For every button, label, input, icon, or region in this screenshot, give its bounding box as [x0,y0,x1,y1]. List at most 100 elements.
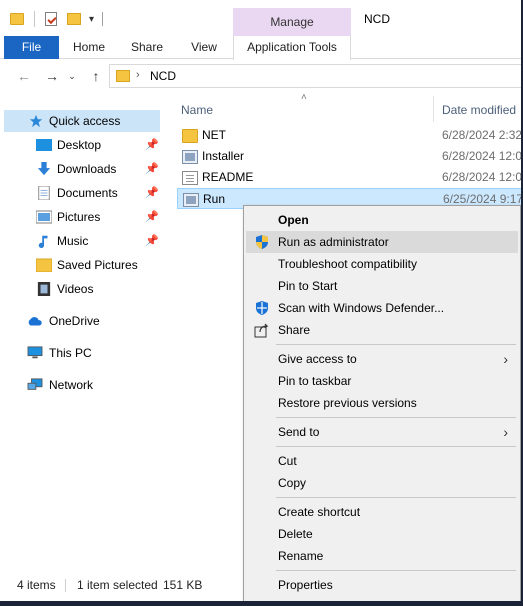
nav-item-desktop[interactable]: Desktop 📌 [0,134,160,156]
nav-item-onedrive[interactable]: OneDrive [0,310,160,332]
menu-pin-to-taskbar[interactable]: Pin to taskbar [246,370,518,392]
file-row-net[interactable]: NET 6/28/2024 2:32 PM [177,125,521,146]
menu-create-shortcut[interactable]: Create shortcut [246,501,518,523]
desktop-icon [36,139,52,151]
sort-ascending-icon: ˄ [301,92,307,103]
nav-item-downloads[interactable]: Downloads 📌 [0,158,160,180]
menu-run-as-administrator[interactable]: Run as administrator [246,231,518,253]
menu-label: Cut [278,454,297,468]
menu-label: Rename [278,549,324,563]
nav-item-network[interactable]: Network [0,374,160,396]
menu-label: Run as administrator [278,235,389,249]
pin-icon[interactable]: 📌 [145,182,159,204]
network-icon [27,378,43,390]
file-name: NET [202,128,226,142]
menu-delete[interactable]: Delete [246,523,518,545]
videos-icon [37,282,51,296]
nav-item-label: This PC [49,346,92,360]
menu-restore-previous-versions[interactable]: Restore previous versions [246,392,518,414]
nav-item-videos[interactable]: Videos [0,278,160,300]
download-icon [37,162,51,176]
uac-shield-icon [256,235,268,249]
manage-tab[interactable]: Manage [233,8,351,36]
nav-item-quick-access[interactable]: Quick access [4,110,160,132]
properties-icon[interactable] [45,12,57,26]
tab-share[interactable]: Share [124,36,170,59]
nav-item-saved-pictures[interactable]: Saved Pictures [0,254,160,276]
back-arrow-icon[interactable]: ← [14,66,34,86]
menu-label: Copy [278,476,307,490]
menu-pin-to-start[interactable]: Pin to Start [246,275,518,297]
column-header-name[interactable]: Name [181,98,213,122]
menu-give-access-to[interactable]: Give access to › [246,348,518,370]
menu-label: Send to [278,425,320,439]
menu-share[interactable]: Share [246,319,518,341]
music-icon [38,235,48,248]
file-name: Run [203,192,226,206]
menu-label: Share [278,323,311,337]
menu-cut[interactable]: Cut [246,450,518,472]
menu-label: Pin to taskbar [278,374,352,388]
submenu-arrow-icon: › [503,424,508,440]
pin-icon[interactable]: 📌 [145,134,159,156]
menu-copy[interactable]: Copy [246,472,518,494]
menu-rename[interactable]: Rename [246,545,518,567]
breadcrumb-chevron-icon[interactable]: › [136,69,140,81]
nav-item-documents[interactable]: Documents 📌 [0,182,160,204]
toolbar-divider [102,12,104,26]
pin-icon[interactable]: 📌 [145,230,159,252]
menu-label: Delete [278,527,313,541]
share-icon [254,323,269,338]
tab-home[interactable]: Home [66,36,112,59]
toolbar-divider [34,11,35,27]
tab-file[interactable]: File [4,36,59,59]
folder-icon [116,70,130,82]
pin-icon[interactable]: 📌 [145,206,159,228]
tab-view[interactable]: View [182,36,226,59]
column-header-date-modified[interactable]: Date modified [442,98,516,122]
nav-item-label: OneDrive [49,314,100,328]
column-divider[interactable] [433,96,434,122]
menu-label: Properties [278,578,333,592]
file-row-readme[interactable]: README 6/28/2024 12:00 PM [177,167,521,188]
documents-icon [38,186,50,200]
tab-application-tools[interactable]: Application Tools [233,36,351,60]
forward-arrow-icon[interactable]: → [42,66,62,86]
quick-access-toolbar: ▾ [10,10,104,28]
folder-icon[interactable] [10,13,24,25]
address-bar[interactable]: › NCD [109,64,521,88]
recent-locations-chevron-icon[interactable]: ⌄ [66,66,78,86]
menu-open[interactable]: Open [246,209,518,231]
pin-icon[interactable]: 📌 [145,158,159,180]
menu-label: Pin to Start [278,279,338,293]
menu-scan-windows-defender[interactable]: Scan with Windows Defender... [246,297,518,319]
breadcrumb-ncd[interactable]: NCD [150,69,176,83]
menu-label: Open [278,213,309,227]
folder-icon [36,258,52,272]
selection-size: 151 KB [163,578,203,592]
window-title: NCD [364,12,390,26]
status-divider [65,579,66,592]
customize-toolbar-dropdown-icon[interactable]: ▾ [89,14,94,25]
menu-label: Create shortcut [278,505,361,519]
nav-item-pictures[interactable]: Pictures 📌 [0,206,160,228]
menu-separator [276,417,516,418]
nav-item-label: Downloads [57,162,117,176]
menu-send-to[interactable]: Send to › [246,421,518,443]
folder-icon [182,129,198,143]
menu-properties[interactable]: Properties [246,574,518,596]
nav-item-this-pc[interactable]: This PC [0,342,160,364]
nav-item-label: Desktop [57,138,102,152]
file-name: Installer [202,149,245,163]
file-row-installer[interactable]: Installer 6/28/2024 12:08 PM [177,146,521,167]
nav-item-music[interactable]: Music 📌 [0,230,160,252]
cloud-icon [28,317,42,326]
new-folder-icon[interactable] [67,13,81,25]
menu-troubleshoot-compatibility[interactable]: Troubleshoot compatibility [246,253,518,275]
menu-separator [276,570,516,571]
nav-item-label: Pictures [57,210,101,224]
nav-item-label: Documents [57,186,118,200]
menu-label: Troubleshoot compatibility [278,257,417,271]
up-arrow-icon[interactable]: ↑ [86,66,106,86]
menu-label: Scan with Windows Defender... [278,301,445,315]
